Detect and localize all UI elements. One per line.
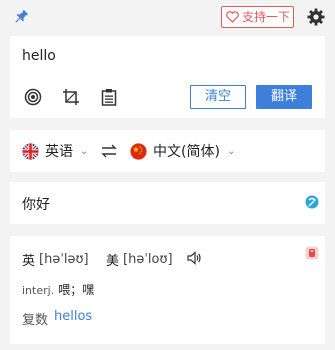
clipboard-icon[interactable] <box>98 86 120 108</box>
plural-row: 复数 hellos <box>22 309 92 328</box>
target-language-label: 中文(简体) <box>153 144 220 160</box>
input-tools <box>22 86 120 108</box>
source-text-input[interactable]: hello <box>22 48 56 64</box>
uk-flag-icon <box>22 142 39 160</box>
swap-icon[interactable] <box>100 143 118 159</box>
translation-result: 你好 <box>22 197 50 213</box>
definition-text: 喂；嘿 <box>58 283 95 297</box>
clear-button[interactable]: 清空 <box>190 85 246 109</box>
dictionary-logo-icon[interactable] <box>305 246 319 260</box>
source-language-label: 英语 <box>45 144 73 160</box>
us-label: 美 <box>106 254 120 269</box>
support-button[interactable]: 支持一下 <box>221 6 294 28</box>
part-of-speech: interj. <box>22 284 55 297</box>
plural-word-link[interactable]: hellos <box>54 309 92 328</box>
heart-icon <box>226 11 239 23</box>
us-pronunciation: 美 [həˈloʊ] <box>106 250 173 269</box>
translate-button[interactable]: 翻译 <box>256 85 312 109</box>
chevron-down-icon: ⌄ <box>226 145 236 157</box>
top-toolbar: 支持一下 <box>0 0 335 34</box>
language-card: 英语 ⌄ 中文(简体) ⌄ <box>10 130 325 172</box>
speaker-icon[interactable] <box>186 250 202 266</box>
translator-logo-icon[interactable] <box>305 195 319 209</box>
crop-icon[interactable] <box>60 86 82 108</box>
china-flag-icon <box>130 142 147 160</box>
uk-phonetic: [həˈləʊ] <box>39 252 89 267</box>
us-phonetic: [həˈloʊ] <box>123 252 173 267</box>
uk-pronunciation: 英 [həˈləʊ] <box>22 250 89 269</box>
source-language-select[interactable]: 英语 ⌄ <box>22 140 88 162</box>
gear-icon[interactable] <box>306 7 326 27</box>
input-card: hello 清空 翻译 <box>10 36 325 118</box>
chevron-down-icon: ⌄ <box>80 145 89 157</box>
uk-label: 英 <box>22 254 36 269</box>
definition-row: interj. 喂；嘿 <box>22 281 94 298</box>
translation-result-card: 你好 <box>10 182 325 224</box>
support-label: 支持一下 <box>242 10 291 24</box>
dictionary-card: 英 [həˈləʊ] 美 [həˈloʊ] interj. 喂；嘿 复数 hel… <box>10 236 325 344</box>
pin-icon[interactable] <box>12 8 30 26</box>
target-icon[interactable] <box>22 86 44 108</box>
plural-label: 复数 <box>22 313 49 328</box>
target-language-select[interactable]: 中文(简体) ⌄ <box>130 140 235 162</box>
